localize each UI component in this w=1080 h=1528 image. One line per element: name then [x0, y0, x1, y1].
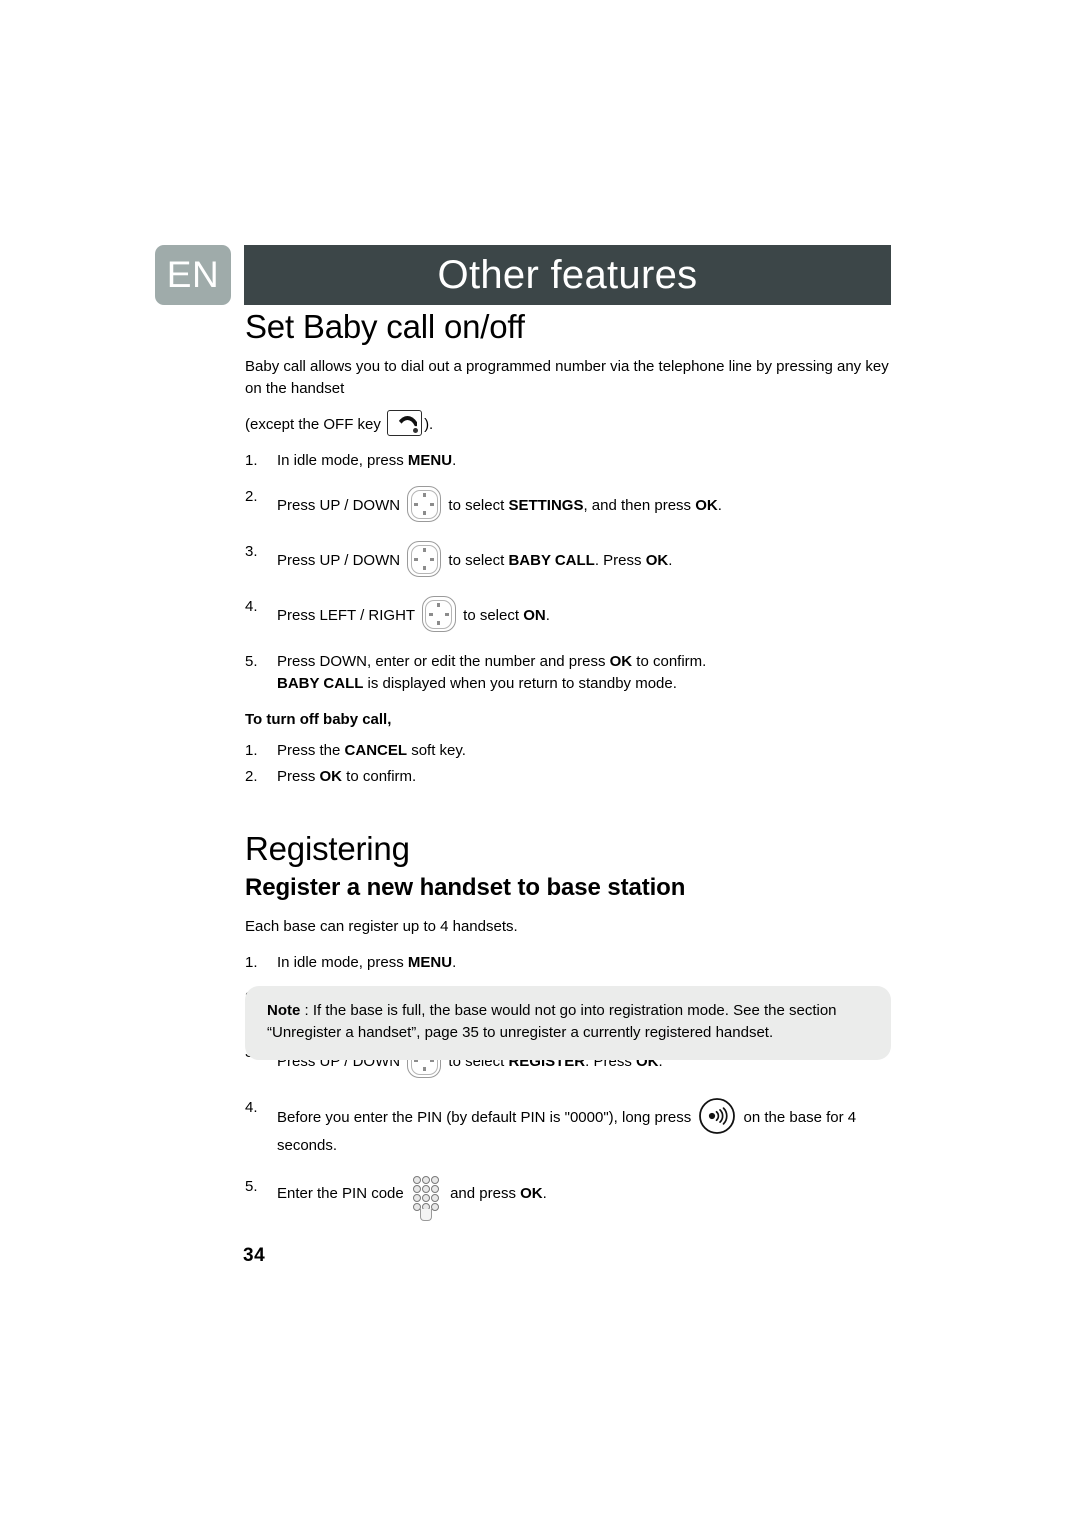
turn-off-steps: 1. Press the CANCEL soft key. 2. Press OK …: [245, 740, 891, 789]
step-text-after: .: [717, 497, 722, 515]
step-keyword: BABY CALL: [508, 552, 595, 570]
turn-off-baby-call-heading: To turn off baby call,: [245, 710, 392, 728]
baby-call-intro-line1: Baby call allows you to dial out a progr…: [245, 357, 889, 398]
step-text: Press DOWN, enter or edit the number and…: [277, 653, 610, 671]
step-text-mid2: . Press: [594, 552, 646, 570]
step-keyword: OK: [319, 768, 343, 786]
step-keyword: MENU: [407, 452, 453, 470]
step-number: 4.: [245, 1099, 258, 1117]
navigation-key-icon: [407, 486, 442, 523]
step-text-mid: and press: [445, 1185, 521, 1203]
step-text-mid2: , and then press: [583, 497, 696, 515]
step-item: 4. Before you enter the PIN (by default P…: [245, 1097, 891, 1157]
step-text-after: .: [542, 1185, 547, 1203]
step-text-after: soft key.: [407, 741, 466, 759]
step-line2-keyword: BABY CALL: [277, 674, 364, 692]
intro-line2-before: (except the OFF key: [245, 415, 381, 433]
step-keyword-2: OK: [695, 497, 718, 515]
step-text-after: to confirm.: [342, 768, 417, 786]
step-number: 2.: [245, 488, 258, 506]
step-line-2: BABY CALL is displayed when you return t…: [277, 673, 891, 695]
step-keyword: MENU: [407, 953, 453, 971]
page-content: Set Baby call on/off Baby call allows yo…: [245, 308, 891, 1234]
baby-call-intro: Baby call allows you to dial out a progr…: [245, 356, 891, 437]
step-item: 2. Press UP / DOWN to select SETTINGS, an…: [245, 486, 891, 523]
page-header: EN Other features: [155, 245, 891, 307]
note-separator: :: [300, 1002, 313, 1019]
step-text-mid: to select: [444, 497, 509, 515]
subsection-title-register-handset: Register a new handset to base station: [245, 874, 686, 902]
step-text: Press the: [277, 741, 345, 759]
step-number: 2.: [245, 768, 258, 786]
paging-key-icon: [698, 1097, 736, 1135]
step-number: 1.: [245, 452, 258, 470]
step-keyword-2: OK: [645, 552, 669, 570]
step-text: Press UP / DOWN: [277, 497, 405, 515]
step-text: Before you enter the PIN (by default PIN…: [277, 1109, 696, 1127]
note-box: Note : If the base is full, the base wou…: [245, 986, 891, 1060]
step-number: 5.: [245, 653, 258, 671]
language-tab: EN: [155, 245, 231, 305]
step-item: 2. Press OK to confirm.: [245, 766, 891, 788]
step-item: 5. Press DOWN, enter or edit the number a…: [245, 651, 891, 695]
section-title-registering: Registering: [245, 830, 410, 868]
step-number: 3.: [245, 543, 258, 561]
step-text: Enter the PIN code: [277, 1185, 408, 1203]
navigation-key-icon: [421, 596, 456, 633]
step-text-mid: to select: [458, 607, 524, 625]
step-keyword: SETTINGS: [508, 497, 584, 515]
registering-intro: Each base can register up to 4 handsets.: [245, 918, 518, 936]
step-text-mid: to select: [444, 552, 509, 570]
step-text: Press LEFT / RIGHT: [277, 607, 419, 625]
step-item: 4. Press LEFT / RIGHT to select ON.: [245, 596, 891, 633]
section-title-baby-call: Set Baby call on/off: [245, 308, 525, 345]
step-number: 4.: [245, 598, 258, 616]
step-item: 1. Press the CANCEL soft key.: [245, 740, 891, 762]
step-text: In idle mode, press: [277, 953, 408, 971]
step-item: 3. Press UP / DOWN to select BABY CALL. P…: [245, 541, 891, 578]
step-item: 5. Enter the PIN code and press OK.: [245, 1176, 891, 1222]
step-text: Press: [277, 768, 320, 786]
step-text-after: .: [545, 607, 550, 625]
step-number: 5.: [245, 1178, 258, 1196]
page-number: 34: [243, 1245, 266, 1266]
note-label: Note: [267, 1002, 301, 1019]
baby-call-intro-line2: (except the OFF key ).: [245, 409, 891, 437]
step-text-after: .: [668, 552, 673, 570]
navigation-key-icon: [407, 541, 442, 578]
page-title: Other features: [437, 252, 698, 297]
step-text: Press UP / DOWN: [277, 552, 405, 570]
step-keyword: ON: [523, 607, 546, 625]
step-text-after: .: [452, 953, 457, 971]
intro-line2-after: ).: [424, 415, 434, 433]
step-keyword: CANCEL: [344, 741, 408, 759]
step-keyword: OK: [520, 1185, 543, 1203]
header-bar: Other features: [244, 245, 891, 305]
step-keyword: OK: [609, 653, 633, 671]
step-line2-text: is displayed when you return to standby …: [363, 674, 677, 692]
document-page: EN Other features Set Baby call on/off B…: [0, 0, 1080, 1528]
step-number: 1.: [245, 953, 258, 971]
baby-call-steps: 1. In idle mode, press MENU. 2. Press UP /…: [245, 450, 891, 694]
step-item: 1. In idle mode, press MENU.: [245, 952, 891, 974]
step-item: 1. In idle mode, press MENU.: [245, 450, 891, 472]
step-text: In idle mode, press: [277, 452, 408, 470]
step-text-mid2: to confirm.: [632, 653, 707, 671]
step-number: 1.: [245, 741, 258, 759]
note-text: If the base is full, the base would not …: [267, 1002, 837, 1041]
keypad-icon: [412, 1176, 442, 1222]
off-key-icon: [387, 409, 423, 436]
step-text-after: .: [452, 452, 457, 470]
